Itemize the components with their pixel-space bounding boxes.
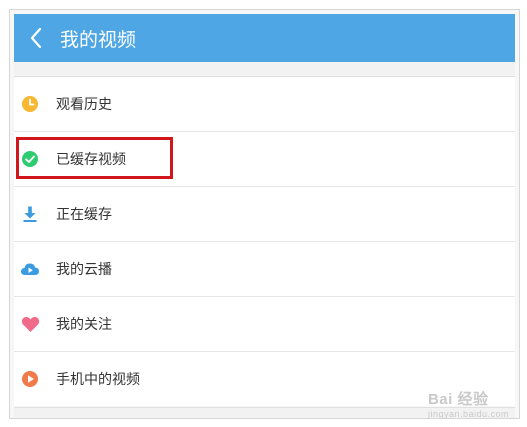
menu-item-label: 手机中的视频 [56, 372, 140, 388]
menu-item-label: 正在缓存 [56, 207, 112, 223]
menu-item-cached-videos[interactable]: 已缓存视频 [14, 132, 515, 187]
watermark-logo: Bai 经验 jingyan.baidu.com [427, 391, 509, 419]
back-arrow-icon [30, 27, 42, 49]
check-circle-icon [20, 149, 40, 169]
menu-item-caching[interactable]: 正在缓存 [14, 187, 515, 242]
menu-item-cloud-play[interactable]: 我的云播 [14, 242, 515, 297]
menu-item-label: 我的关注 [56, 317, 112, 333]
cloud-play-icon [20, 259, 40, 279]
section-gap [14, 62, 515, 77]
download-icon [20, 204, 40, 224]
app-screen: 我的视频 观看历史 已缓存视频 正在缓存 我的云播 我的关注 手机中的视频 [9, 9, 520, 419]
heart-icon [20, 314, 40, 334]
back-button[interactable] [14, 14, 58, 62]
menu-list: 观看历史 已缓存视频 正在缓存 我的云播 我的关注 手机中的视频 [14, 77, 515, 406]
menu-item-my-follows[interactable]: 我的关注 [14, 297, 515, 352]
page-title: 我的视频 [60, 28, 137, 51]
menu-item-label: 观看历史 [56, 97, 112, 113]
top-bar: 我的视频 [14, 14, 515, 62]
play-circle-icon [20, 369, 40, 389]
menu-item-label: 我的云播 [56, 262, 112, 278]
menu-item-watch-history[interactable]: 观看历史 [14, 77, 515, 132]
clock-icon [20, 94, 40, 114]
menu-item-label: 已缓存视频 [56, 152, 126, 168]
